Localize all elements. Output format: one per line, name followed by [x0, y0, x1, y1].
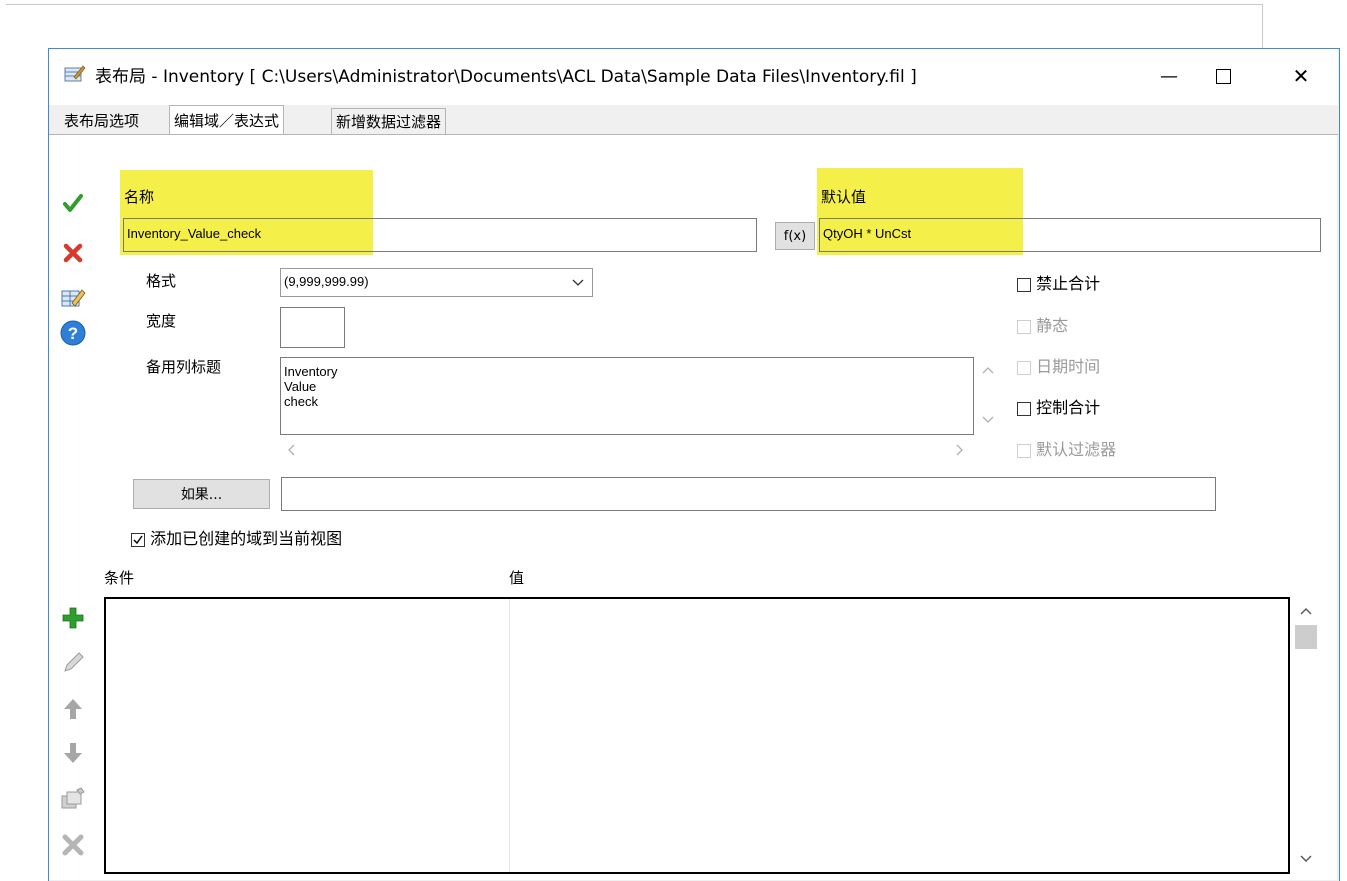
alt-column-title-label: 备用列标题	[146, 358, 222, 376]
tab-add-filter[interactable]: 新增数据过滤器	[331, 108, 447, 135]
width-label: 宽度	[146, 312, 177, 330]
svg-text:?: ?	[68, 324, 78, 343]
option-suppress-totals[interactable]: 禁止合计	[1017, 270, 1100, 294]
table-layout-icon	[64, 65, 86, 82]
add-to-view-option[interactable]: 添加已创建的域到当前视图	[131, 525, 342, 549]
checkbox[interactable]	[1017, 360, 1031, 375]
option-default-filter[interactable]: 默认过滤器	[1017, 436, 1116, 460]
width-input[interactable]	[280, 307, 345, 348]
alt-title-line: Inventory	[284, 364, 338, 379]
name-label: 名称	[124, 188, 155, 206]
plus-icon	[62, 607, 84, 629]
maximize-icon	[1215, 68, 1231, 84]
edit-table-icon	[61, 289, 86, 307]
checkmark-icon	[133, 535, 143, 544]
alt-column-title-textarea[interactable]: Inventory Value check	[280, 357, 974, 435]
option-label: 控制合计	[1036, 398, 1101, 417]
option-label: 日期时间	[1036, 357, 1101, 376]
option-static[interactable]: 静态	[1017, 312, 1068, 336]
if-button[interactable]: 如果...	[133, 479, 270, 509]
function-button[interactable]: f(x)	[775, 222, 815, 250]
default-value-label: 默认值	[821, 188, 867, 206]
format-select[interactable]: (9,999,999.99)	[280, 268, 593, 297]
column-header-value[interactable]: 值	[509, 567, 524, 588]
default-value-input[interactable]: QtyOH * UnCst	[819, 218, 1321, 252]
outer-frame-top	[6, 4, 1262, 5]
option-label: 禁止合计	[1036, 274, 1101, 293]
x-icon	[63, 243, 83, 263]
checkbox[interactable]	[1017, 401, 1031, 416]
delete-icon	[62, 834, 84, 856]
tab-layout-options[interactable]: 表布局选项	[60, 108, 143, 134]
scroll-down-icon[interactable]	[1300, 855, 1312, 863]
chevron-down-icon	[572, 279, 584, 286]
conditions-grid[interactable]	[104, 597, 1290, 874]
accept-button[interactable]	[60, 190, 86, 216]
arrow-up-icon	[64, 699, 82, 719]
minimize-icon: —	[1160, 65, 1178, 87]
checkmark-icon	[63, 194, 83, 212]
option-label: 默认过滤器	[1036, 440, 1117, 459]
close-icon: ✕	[1292, 64, 1310, 88]
alt-title-line: check	[284, 394, 318, 409]
copy-icon	[61, 787, 85, 809]
help-icon: ?	[60, 320, 86, 346]
checkbox[interactable]	[1017, 277, 1031, 292]
checkbox-checked[interactable]	[131, 532, 145, 547]
tab-edit-fields[interactable]: 编辑域／表达式	[169, 105, 285, 136]
grid-column-divider	[509, 599, 510, 872]
grid-vertical-scrollbar[interactable]	[1292, 597, 1320, 874]
scroll-thumb[interactable]	[1295, 625, 1317, 649]
close-button[interactable]: ✕	[1278, 58, 1324, 94]
format-select-value: (9,999,999.99)	[284, 274, 369, 289]
name-input[interactable]: Inventory_Value_check	[123, 218, 757, 252]
maximize-button[interactable]	[1200, 58, 1246, 94]
alt-title-line: Value	[284, 379, 317, 394]
edit-table-button[interactable]	[60, 285, 86, 311]
scroll-up-icon[interactable]	[1300, 607, 1312, 615]
if-condition-input[interactable]	[281, 477, 1216, 511]
pencil-icon	[64, 652, 84, 672]
column-header-condition[interactable]: 条件	[104, 567, 134, 588]
reject-button[interactable]	[60, 240, 86, 266]
option-control-total[interactable]: 控制合计	[1017, 394, 1100, 418]
help-button[interactable]: ?	[60, 320, 86, 346]
copy-row-button[interactable]	[60, 786, 86, 812]
scroll-left-icon[interactable]	[287, 444, 295, 456]
add-to-view-label: 添加已创建的域到当前视图	[150, 529, 343, 548]
checkbox[interactable]	[1017, 319, 1031, 334]
move-down-button[interactable]	[60, 740, 86, 766]
option-datetime[interactable]: 日期时间	[1017, 353, 1100, 377]
scroll-down-icon[interactable]	[982, 416, 994, 424]
format-label: 格式	[146, 272, 177, 290]
option-label: 静态	[1036, 316, 1069, 335]
scroll-up-icon[interactable]	[982, 366, 994, 374]
delete-row-button[interactable]	[60, 832, 86, 858]
window-title: 表布局 - Inventory [ C:\Users\Administrator…	[95, 67, 917, 87]
arrow-down-icon	[64, 743, 82, 763]
minimize-button[interactable]: —	[1146, 58, 1192, 94]
scroll-right-icon[interactable]	[956, 444, 964, 456]
move-up-button[interactable]	[60, 696, 86, 722]
add-row-button[interactable]	[60, 605, 86, 631]
edit-row-button[interactable]	[60, 650, 86, 676]
checkbox[interactable]	[1017, 443, 1031, 458]
